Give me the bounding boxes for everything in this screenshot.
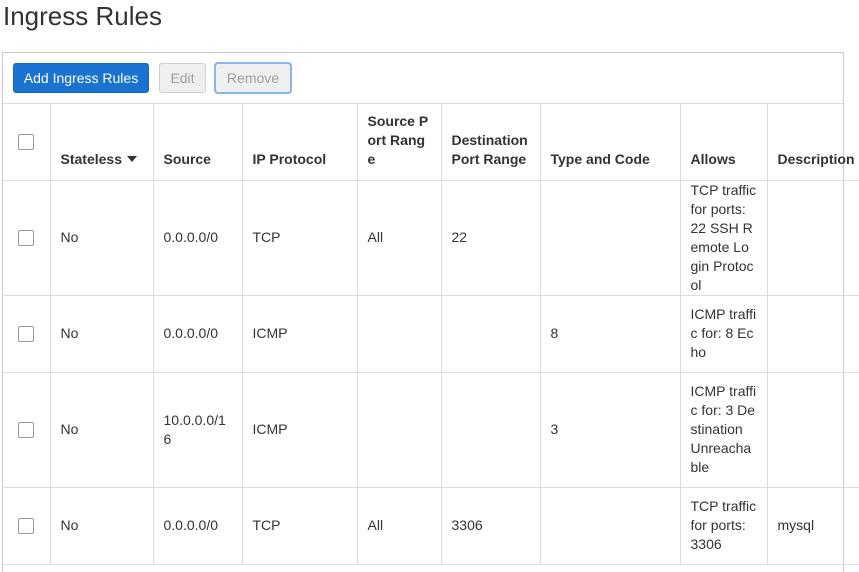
col-header-ip-protocol: IP Protocol — [242, 103, 358, 181]
cell-source-port-range — [357, 295, 442, 373]
col-header-type-and-code: Type and Code — [540, 103, 681, 181]
table-header-row: Stateless Source IP Protocol Source Port… — [2, 103, 859, 181]
cell-stateless: No — [50, 295, 154, 373]
cell-allows: ICMP traffic for: 8 Echo — [680, 295, 768, 373]
cell-ip-protocol: TCP — [242, 180, 358, 296]
cell-stateless: No — [50, 372, 154, 488]
cell-destination-port-range: 3306 — [441, 487, 541, 565]
table-row: No 0.0.0.0/0 ICMP 8 ICMP traffic for: 8 … — [2, 295, 859, 373]
cell-description — [767, 295, 859, 373]
table-row: No 0.0.0.0/0 TCP All 22 TCP traffic for … — [2, 180, 859, 296]
col-header-source: Source — [153, 103, 243, 181]
cell-description: mysql — [767, 487, 859, 565]
cell-ip-protocol: TCP — [242, 487, 358, 565]
cell-source: 0.0.0.0/0 — [153, 180, 243, 296]
cell-allows: TCP traffic for ports: 22 SSH Remote Log… — [680, 180, 768, 296]
ingress-rules-table: Stateless Source IP Protocol Source Port… — [2, 103, 859, 565]
cell-source: 0.0.0.0/0 — [153, 295, 243, 373]
remove-button[interactable]: Remove — [214, 62, 292, 94]
col-header-stateless[interactable]: Stateless — [50, 103, 154, 181]
select-all-cell — [2, 103, 51, 181]
sort-desc-icon — [126, 155, 137, 162]
row-checkbox[interactable] — [17, 518, 34, 535]
row-select-cell — [2, 372, 51, 488]
cell-allows: ICMP traffic for: 3 Destination Unreacha… — [680, 372, 768, 488]
cell-destination-port-range: 22 — [441, 180, 541, 296]
col-header-destination-port-range: Destination Port Range — [441, 103, 541, 181]
select-all-checkbox[interactable] — [17, 134, 34, 151]
cell-source-port-range — [357, 372, 442, 488]
cell-type-and-code — [540, 487, 681, 565]
cell-ip-protocol: ICMP — [242, 372, 358, 488]
cell-stateless: No — [50, 487, 154, 565]
cell-description — [767, 180, 859, 296]
cell-source: 0.0.0.0/0 — [153, 487, 243, 565]
col-header-allows: Allows — [680, 103, 768, 181]
edit-button[interactable]: Edit — [159, 63, 206, 93]
row-select-cell — [2, 180, 51, 296]
cell-destination-port-range — [441, 295, 541, 373]
cell-source-port-range: All — [357, 487, 442, 565]
row-select-cell — [2, 295, 51, 373]
page-title: Ingress Rules — [3, 1, 162, 31]
col-header-description: Description — [767, 103, 859, 181]
row-select-cell — [2, 487, 51, 565]
cell-ip-protocol: ICMP — [242, 295, 358, 373]
cell-allows: TCP traffic for ports: 3306 — [680, 487, 768, 565]
cell-description — [767, 372, 859, 488]
cell-type-and-code — [540, 180, 681, 296]
add-ingress-rules-button[interactable]: Add Ingress Rules — [13, 63, 149, 93]
table-row: No 0.0.0.0/0 TCP All 3306 TCP traffic fo… — [2, 487, 859, 565]
cell-destination-port-range — [441, 372, 541, 488]
cell-type-and-code: 3 — [540, 372, 681, 488]
cell-stateless: No — [50, 180, 154, 296]
row-checkbox[interactable] — [17, 422, 34, 439]
toolbar: Add Ingress Rules Edit Remove — [3, 53, 843, 104]
cell-type-and-code: 8 — [540, 295, 681, 373]
cell-source: 10.0.0.0/16 — [153, 372, 243, 488]
table-row: No 10.0.0.0/16 ICMP 3 ICMP traffic for: … — [2, 372, 859, 488]
row-checkbox[interactable] — [17, 230, 34, 247]
cell-source-port-range: All — [357, 180, 442, 296]
col-header-stateless-label: Stateless — [60, 150, 122, 167]
col-header-source-port-range: Source Port Range — [357, 103, 442, 181]
row-checkbox[interactable] — [17, 326, 34, 343]
